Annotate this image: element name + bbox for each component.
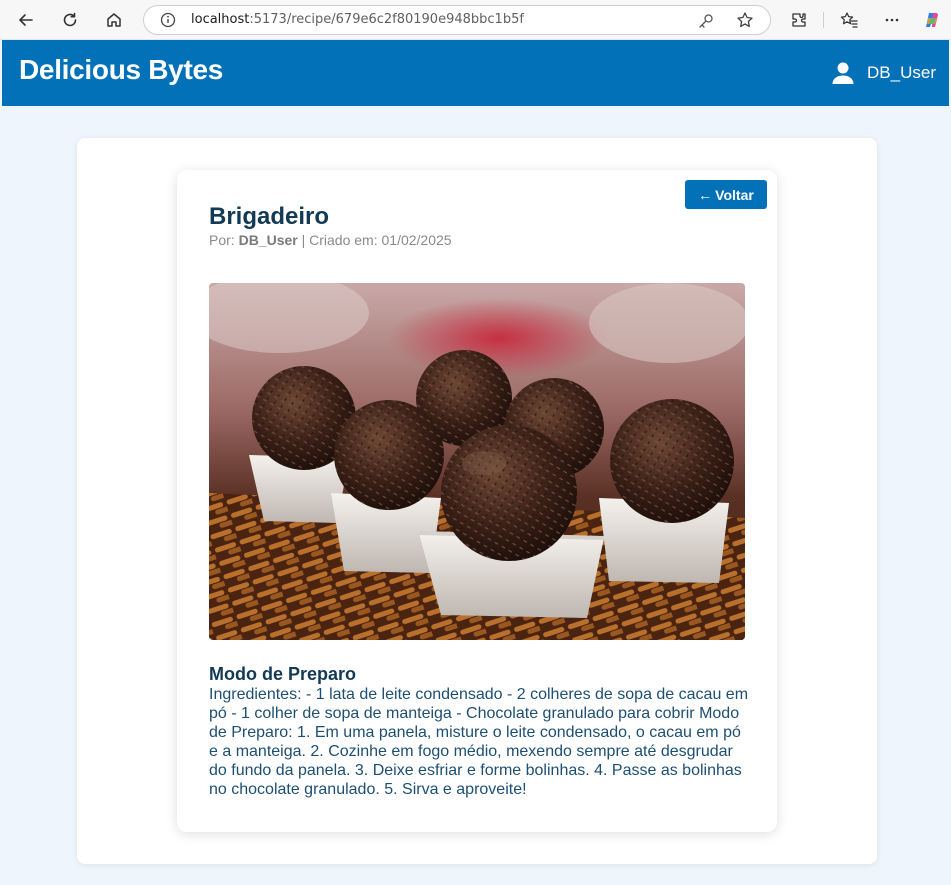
- recipe-title: Brigadeiro: [209, 203, 330, 230]
- left-arrow-icon: ←: [698, 186, 713, 203]
- back-button-label: Voltar: [715, 186, 754, 203]
- more-menu-icon[interactable]: [878, 6, 906, 34]
- home-icon[interactable]: [100, 6, 128, 34]
- content-panel: ← Voltar Brigadeiro Por: DB_User | Criad…: [77, 138, 877, 864]
- url-text: localhost:5173/recipe/679e6c2f80190e948b…: [191, 12, 524, 27]
- key-icon[interactable]: [697, 12, 715, 30]
- url-path: :5173/recipe/679e6c2f80190e948bbc1b5f: [249, 12, 524, 27]
- recipe-photo: [209, 283, 745, 640]
- meta-separator: | Criado em:: [301, 232, 378, 248]
- favorites-icon[interactable]: [835, 6, 863, 34]
- toolbar-divider: [823, 12, 824, 28]
- recipe-meta: Por: DB_User | Criado em: 01/02/2025: [209, 232, 452, 248]
- extensions-icon[interactable]: [785, 6, 813, 34]
- recipe-card: ← Voltar Brigadeiro Por: DB_User | Criad…: [177, 170, 777, 832]
- site-info-icon[interactable]: [160, 12, 176, 28]
- username-label: DB_User: [867, 63, 936, 82]
- created-date: 01/02/2025: [381, 232, 452, 248]
- back-button[interactable]: ← Voltar: [685, 180, 767, 209]
- preparation-heading: Modo de Preparo: [209, 664, 357, 684]
- app-header: Delicious Bytes DB_User: [2, 40, 949, 106]
- brand-title[interactable]: Delicious Bytes: [19, 54, 223, 86]
- url-host: localhost: [191, 12, 250, 27]
- favorite-star-icon[interactable]: [736, 11, 754, 29]
- recipe-author: DB_User: [238, 232, 298, 248]
- address-bar[interactable]: localhost:5173/recipe/679e6c2f80190e948b…: [143, 5, 771, 35]
- meta-prefix: Por:: [209, 232, 235, 248]
- back-arrow-icon[interactable]: [12, 6, 40, 34]
- user-icon: [829, 59, 857, 87]
- copilot-icon[interactable]: [918, 6, 946, 34]
- user-menu[interactable]: DB_User: [829, 59, 936, 87]
- preparation-text: Ingredientes: - 1 lata de leite condensa…: [209, 686, 749, 798]
- browser-toolbar: localhost:5173/recipe/679e6c2f80190e948b…: [0, 0, 951, 40]
- reload-icon[interactable]: [56, 6, 84, 34]
